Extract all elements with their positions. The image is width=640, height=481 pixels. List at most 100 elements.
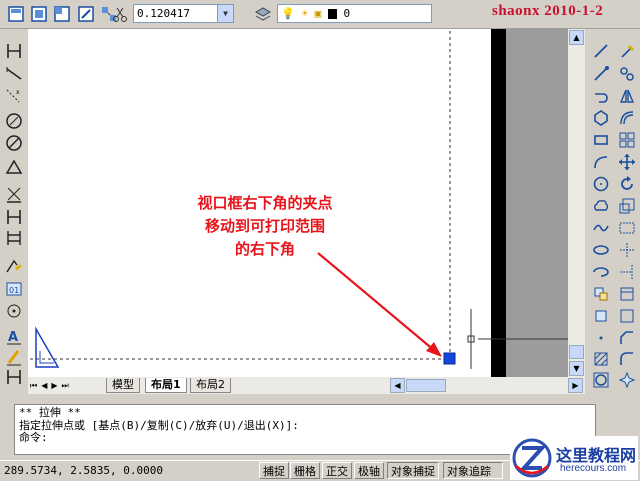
edit-icon[interactable] — [4, 347, 24, 367]
chamfer-icon[interactable] — [617, 328, 637, 348]
lock-icon: ▣ — [314, 7, 322, 20]
osnap-toggle[interactable]: 对象捕捉 — [387, 462, 439, 479]
scroll-up-icon[interactable]: ▲ — [569, 30, 584, 45]
command-window[interactable]: ** 拉伸 ** 指定拉伸点或 [基点(B)/复制(C)/放弃(U)/退出(X)… — [14, 404, 596, 455]
spline-icon[interactable] — [591, 218, 611, 238]
trim-icon[interactable] — [617, 240, 637, 260]
ellipse-arc2-icon[interactable] — [591, 262, 611, 282]
command-history-2: 指定拉伸点或 [基点(B)/复制(C)/放弃(U)/退出(X)]: — [19, 418, 299, 432]
fillet-icon[interactable] — [617, 349, 637, 369]
vertical-scrollbar[interactable]: ▲ ▼ — [568, 29, 585, 377]
grid-toggle[interactable]: 栅格 — [290, 462, 320, 479]
block-icon[interactable] — [591, 306, 611, 326]
bulb-icon: 💡 — [281, 7, 295, 20]
logo-z-icon — [512, 438, 552, 478]
grip-handle[interactable] — [443, 352, 456, 365]
svg-text:A: A — [8, 330, 18, 345]
scroll-left-icon[interactable]: ◀ — [390, 378, 405, 393]
extend-icon[interactable] — [617, 262, 637, 282]
scale-icon[interactable] — [617, 196, 637, 216]
mirror-icon[interactable] — [617, 86, 637, 106]
dim-baseline-icon[interactable] — [4, 228, 24, 248]
scroll-thumb[interactable] — [569, 345, 584, 359]
offset-icon[interactable] — [617, 108, 637, 128]
annotation-line-3: 的右下角 — [234, 240, 295, 258]
layer-value: 0 — [343, 7, 351, 20]
annotation-text: 视口框右下角的夹点 移动到可打印范围 的右下角 — [165, 192, 365, 261]
move-icon[interactable] — [617, 152, 637, 172]
array-icon[interactable] — [617, 130, 637, 150]
tab-layout2[interactable]: 布局2 — [190, 378, 231, 393]
point-icon[interactable] — [591, 328, 611, 348]
layout-tab-bar: ⏮◀▶⏭ 模型 布局1 布局2 ◀ ▶ — [28, 377, 585, 394]
insert-block-icon[interactable]: 01 — [4, 279, 24, 299]
join-icon[interactable] — [617, 306, 637, 326]
tab-nav-buttons[interactable]: ⏮◀▶⏭ — [30, 379, 86, 392]
ltscale-value: 0.120417 — [137, 7, 190, 20]
top-toolbar: 0.120417 ▼ 💡 ☀ ▣ 0 shaonx 2010-1-2 — [0, 0, 640, 29]
dim-linear-icon[interactable] — [4, 207, 24, 227]
color-swatch-icon — [327, 9, 337, 19]
ortho-toggle[interactable]: 正交 — [322, 462, 352, 479]
svg-text:01: 01 — [9, 286, 19, 295]
explode-icon[interactable] — [617, 370, 637, 390]
break-icon[interactable] — [617, 284, 637, 304]
ucs-icon — [35, 326, 60, 368]
ray-icon[interactable] — [4, 64, 24, 84]
layer-state-icon[interactable] — [29, 4, 49, 24]
hscroll-thumb[interactable] — [406, 379, 446, 392]
snap-toggle[interactable]: 捕捉 — [259, 462, 289, 479]
modify-toolbar — [614, 29, 640, 389]
dim-continue-icon[interactable] — [4, 367, 24, 387]
scroll-down-icon[interactable]: ▼ — [569, 361, 584, 376]
ellipse-icon[interactable] — [591, 240, 611, 260]
copy-icon[interactable] — [617, 64, 637, 84]
stretch-icon[interactable] — [617, 218, 637, 238]
layer-combo[interactable]: 💡 ☀ ▣ 0 — [277, 4, 432, 23]
layers-stack-icon[interactable] — [253, 4, 273, 24]
scissors-icon[interactable] — [110, 4, 130, 24]
paper-edge — [491, 29, 506, 377]
command-history-1: ** 拉伸 ** — [19, 406, 81, 419]
arc-icon[interactable] — [591, 86, 611, 106]
paper-shadow — [505, 29, 568, 377]
line-icon[interactable] — [4, 41, 24, 61]
circle-icon[interactable] — [591, 174, 611, 194]
point-icon[interactable] — [4, 301, 24, 321]
hexagon-icon[interactable] — [591, 108, 611, 128]
ellipse-arc-icon[interactable] — [591, 152, 611, 172]
tab-layout1[interactable]: 布局1 — [145, 378, 187, 393]
scroll-right-icon[interactable]: ▶ — [568, 378, 583, 393]
rotate-icon[interactable] — [617, 174, 637, 194]
dim-aligned-icon[interactable] — [4, 184, 24, 204]
command-prompt[interactable]: 命令: — [19, 431, 591, 445]
dim-edit-icon[interactable] — [4, 257, 24, 277]
chevron-down-icon[interactable]: ▼ — [217, 5, 233, 22]
tab-model[interactable]: 模型 — [106, 378, 140, 393]
sun-icon: ☀ — [301, 7, 308, 20]
annotation-arrow — [317, 252, 436, 352]
rectangle-icon[interactable] — [591, 130, 611, 150]
xline-icon[interactable]: x — [4, 86, 24, 106]
cloud-icon[interactable] — [591, 196, 611, 216]
polar-toggle[interactable]: 极轴 — [354, 462, 384, 479]
erase-icon[interactable] — [617, 41, 637, 61]
watermark: shaonx 2010-1-2 — [492, 3, 604, 19]
drawing-canvas[interactable]: 视口框右下角的夹点 移动到可打印范围 的右下角 — [28, 29, 568, 377]
line-icon[interactable] — [591, 41, 611, 61]
circle-icon[interactable] — [4, 111, 24, 131]
text-icon[interactable]: A — [4, 327, 24, 347]
draw-toolbar — [588, 29, 614, 389]
layer-previous-icon[interactable] — [52, 4, 72, 24]
hatch-icon[interactable] — [591, 349, 611, 369]
layer-isolate-icon[interactable] — [76, 4, 96, 24]
region-icon[interactable] — [591, 370, 611, 390]
layer-manager-icon[interactable] — [6, 4, 26, 24]
circle-no-icon[interactable] — [4, 133, 24, 153]
otrack-toggle[interactable]: 对象追踪 — [443, 462, 503, 479]
polygon-icon[interactable] — [4, 157, 24, 177]
annotation-line-1: 视口框右下角的夹点 — [197, 194, 333, 212]
ltscale-combo[interactable]: 0.120417 ▼ — [133, 4, 234, 23]
polyline-icon[interactable] — [591, 64, 611, 84]
insert-icon[interactable] — [591, 284, 611, 304]
